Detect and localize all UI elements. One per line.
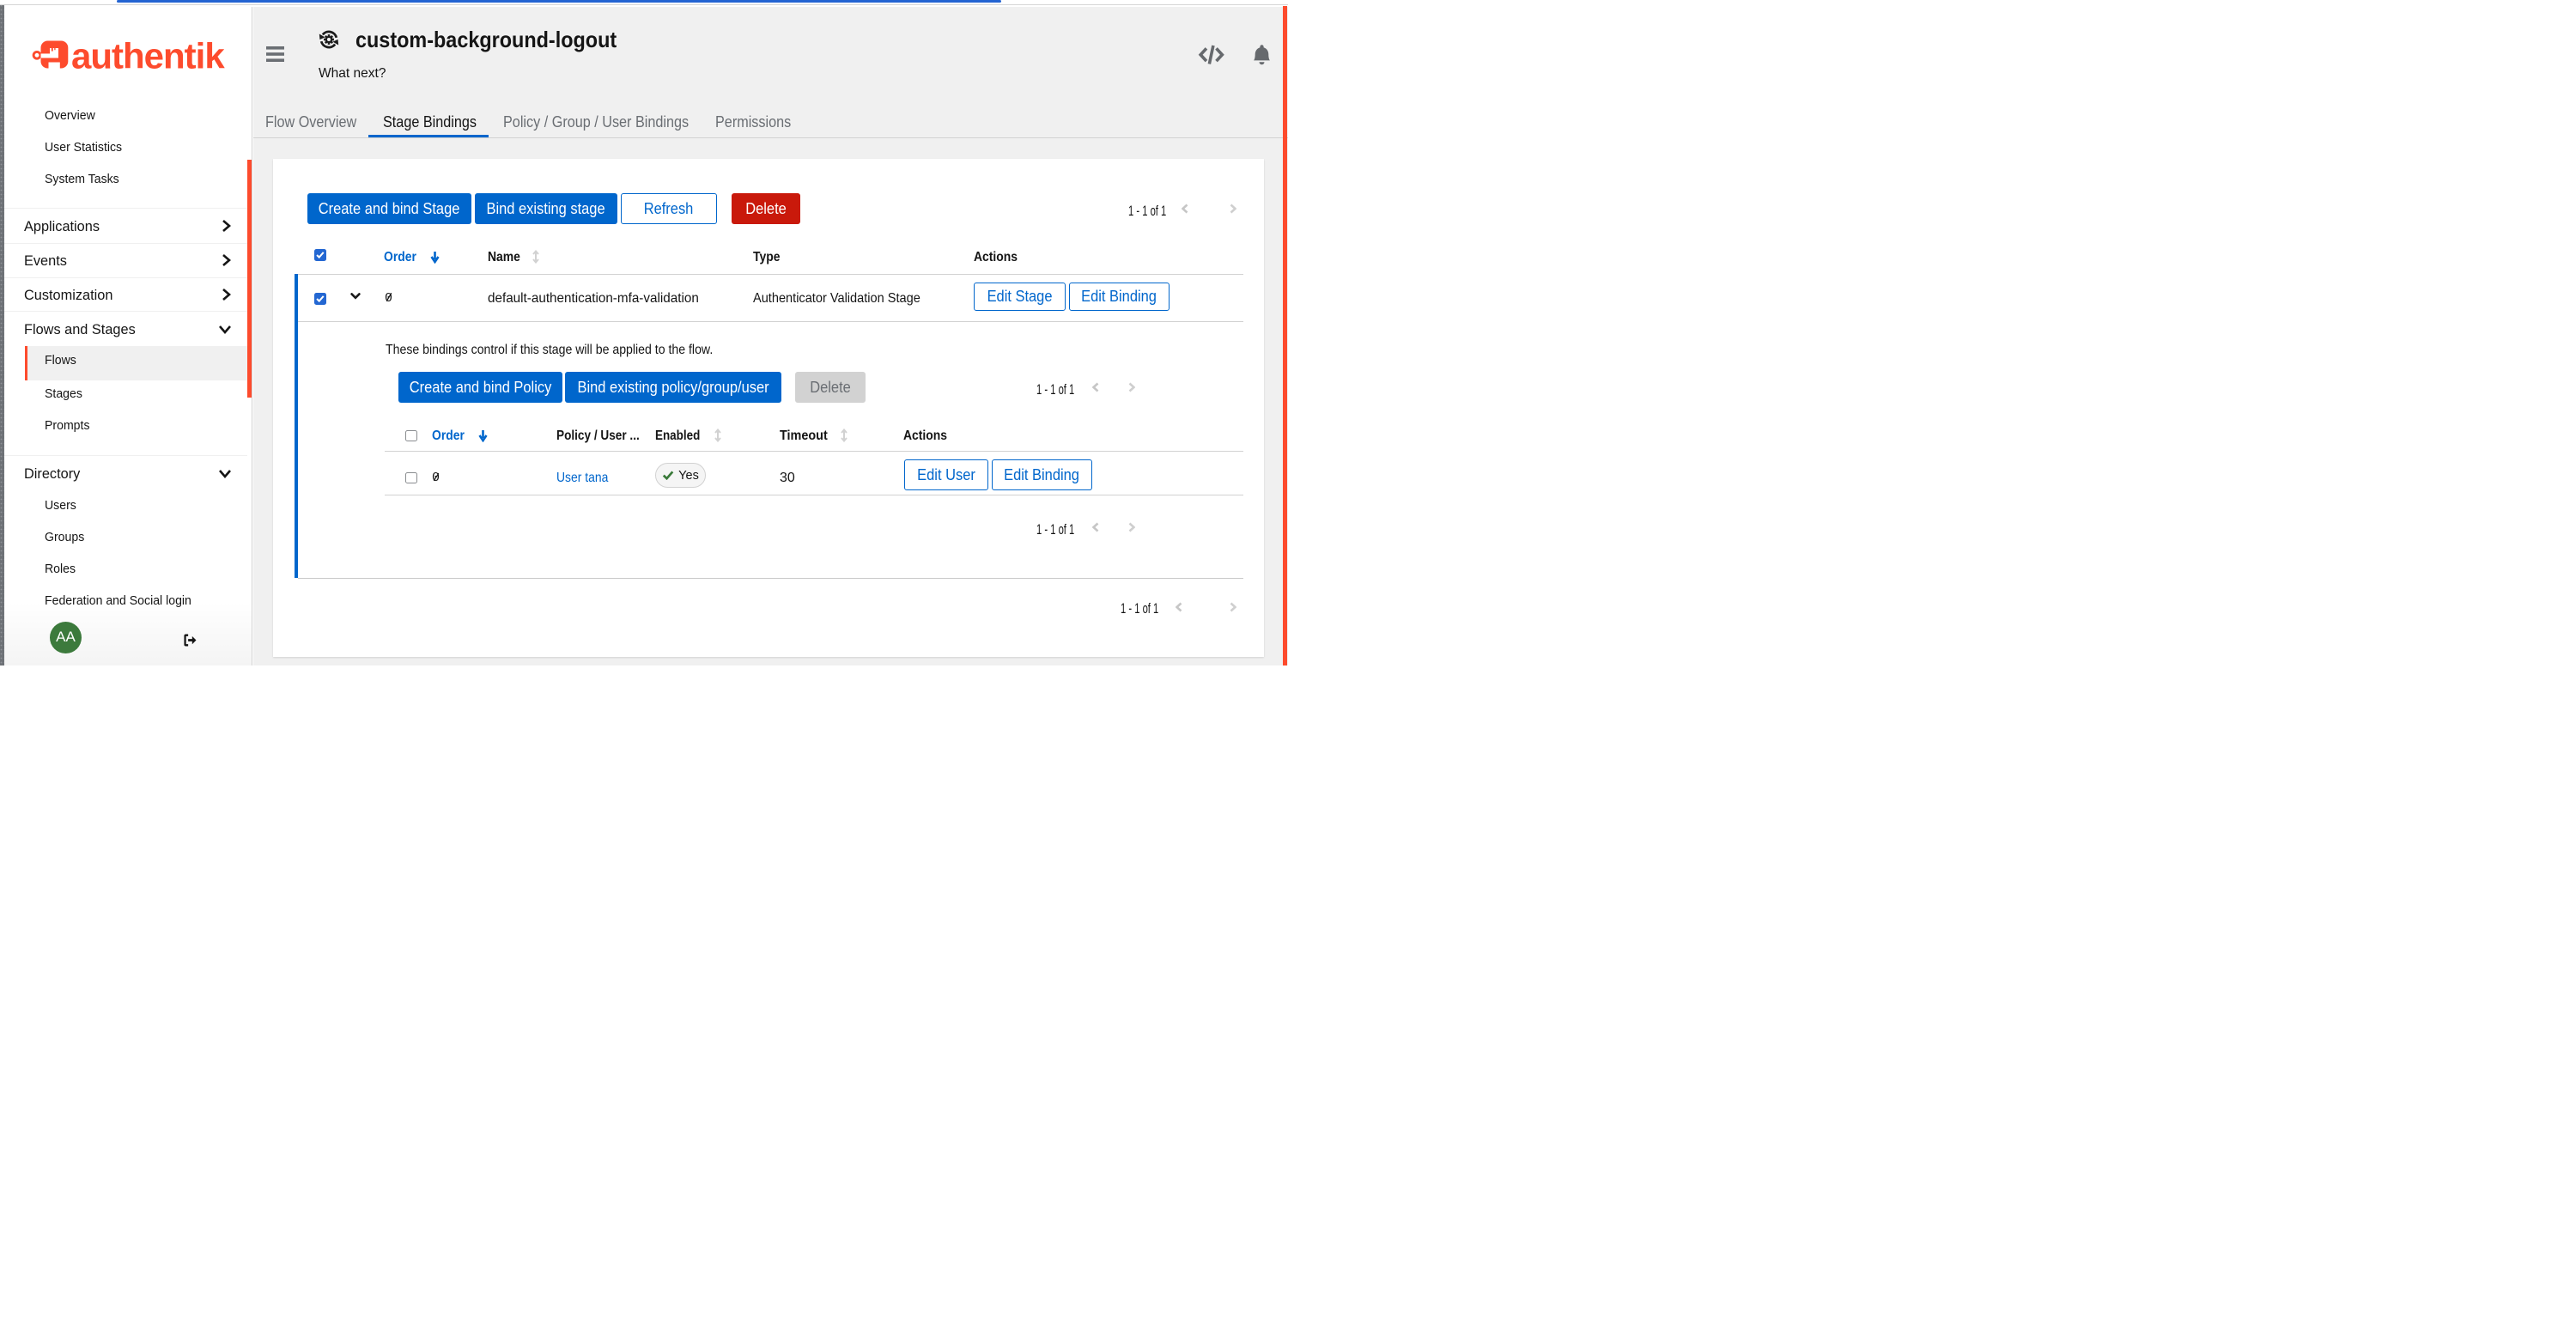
svg-text:authentik: authentik [71, 36, 225, 76]
